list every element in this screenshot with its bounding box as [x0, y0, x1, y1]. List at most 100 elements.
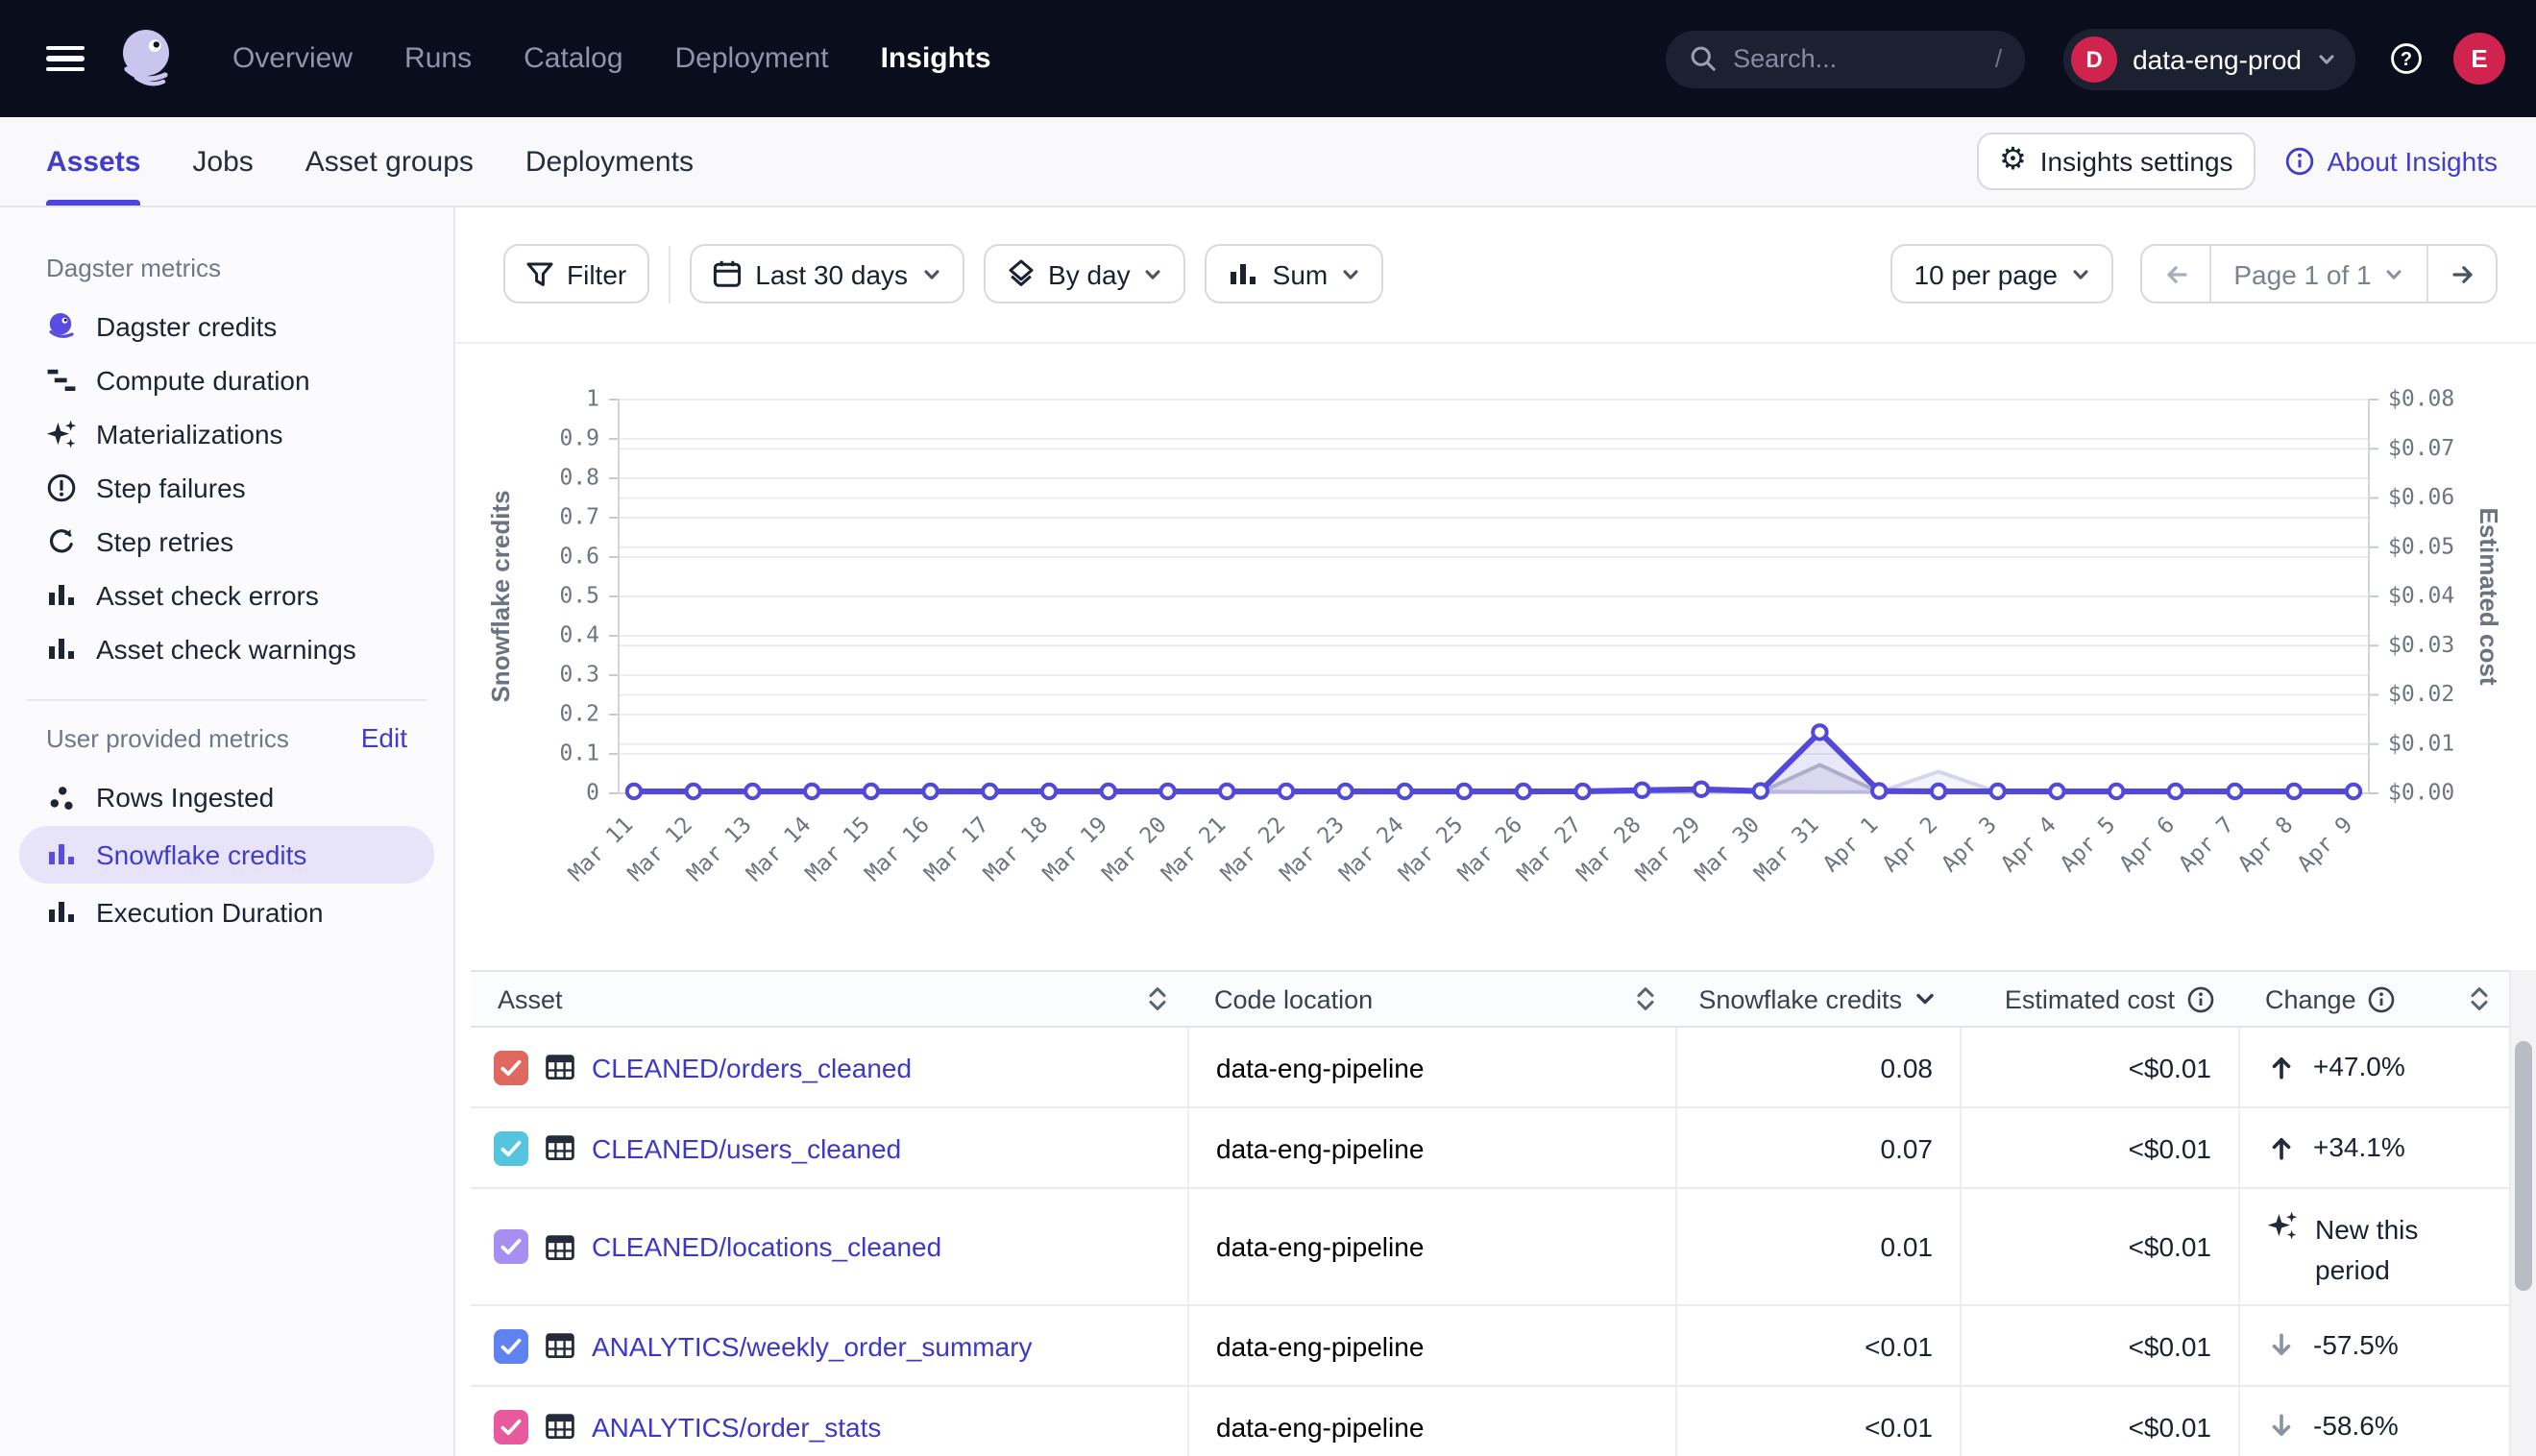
chevron-down-icon: [2071, 264, 2090, 283]
nav-link-deployment[interactable]: Deployment: [675, 42, 829, 75]
tab-deployments[interactable]: Deployments: [525, 117, 694, 206]
sidebar-item-snowflake-credits[interactable]: Snowflake credits: [19, 826, 434, 884]
sort-icon[interactable]: [2469, 983, 2490, 1014]
svg-text:Mar 20: Mar 20: [1098, 813, 1172, 886]
nav-link-runs[interactable]: Runs: [404, 42, 472, 75]
svg-text:0.2: 0.2: [559, 702, 599, 727]
tab-asset-groups[interactable]: Asset groups: [305, 117, 474, 206]
asset-checkbox[interactable]: [494, 1409, 528, 1444]
table-scrollbar-thumb[interactable]: [2514, 1041, 2531, 1291]
sidebar-item-compute-duration[interactable]: Compute duration: [0, 353, 453, 407]
sidebar-item-asset-check-warnings[interactable]: Asset check warnings: [0, 622, 453, 676]
asset-checkbox[interactable]: [494, 1229, 528, 1264]
org-switcher[interactable]: D data-eng-prod: [2063, 28, 2355, 89]
filter-button[interactable]: Filter: [503, 244, 649, 303]
arrow-down-icon: [2267, 1331, 2296, 1360]
info-icon[interactable]: [2186, 984, 2215, 1013]
asset-cell: ANALYTICS/order_stats: [471, 1387, 1187, 1456]
about-insights-link[interactable]: About Insights: [2285, 146, 2498, 177]
svg-text:0.8: 0.8: [559, 466, 599, 491]
bar-chart-icon: [46, 897, 77, 928]
sidebar-item-execution-duration[interactable]: Execution Duration: [0, 886, 453, 939]
nav-link-insights[interactable]: Insights: [881, 42, 991, 75]
granularity-dropdown[interactable]: By day: [983, 244, 1186, 303]
next-page-button[interactable]: [2428, 246, 2496, 302]
asset-checkbox[interactable]: [494, 1050, 528, 1084]
sort-icon[interactable]: [1635, 983, 1656, 1014]
assets-table-header: Asset Code location Snowflake creditsEst…: [471, 970, 2509, 1028]
column-header-code-location[interactable]: Code location: [1187, 972, 1675, 1026]
nav-link-catalog[interactable]: Catalog: [524, 42, 622, 75]
asset-link[interactable]: CLEANED/locations_cleaned: [592, 1231, 941, 1262]
date-range-dropdown[interactable]: Last 30 days: [690, 244, 963, 303]
svg-text:Apr 4: Apr 4: [1996, 813, 2060, 877]
svg-text:$0.04: $0.04: [2388, 584, 2454, 609]
sidebar-item-asset-check-errors[interactable]: Asset check errors: [0, 569, 453, 622]
column-header-label: Asset: [498, 984, 563, 1013]
dagster-logo-icon: [117, 26, 183, 91]
sidebar-item-rows-ingested[interactable]: Rows Ingested: [0, 770, 453, 824]
sidebar-item-label: Materializations: [96, 419, 283, 449]
svg-text:Estimated cost: Estimated cost: [2475, 508, 2503, 686]
bar-chart-icon: [46, 580, 77, 611]
sidebar-item-label: Rows Ingested: [96, 782, 274, 813]
svg-text:Apr 8: Apr 8: [2233, 813, 2298, 877]
per-page-dropdown[interactable]: 10 per page: [1891, 244, 2113, 303]
svg-text:Mar 13: Mar 13: [683, 813, 757, 886]
svg-text:$0.07: $0.07: [2388, 436, 2454, 461]
sidebar-item-label: Asset check errors: [96, 580, 319, 611]
tab-jobs[interactable]: Jobs: [192, 117, 253, 206]
calendar-icon: [713, 259, 742, 288]
table-asset-icon: [546, 1331, 574, 1360]
sidebar-item-step-failures[interactable]: Step failures: [0, 461, 453, 515]
asset-checkbox[interactable]: [494, 1130, 528, 1165]
table-row: ANALYTICS/order_statsdata-eng-pipeline<0…: [471, 1387, 2509, 1456]
asset-checkbox[interactable]: [494, 1328, 528, 1363]
tab-assets[interactable]: Assets: [46, 117, 140, 206]
table-row: CLEANED/users_cleaneddata-eng-pipeline0.…: [471, 1108, 2509, 1189]
hamburger-menu-icon[interactable]: [46, 45, 85, 72]
sidebar-item-step-retries[interactable]: Step retries: [0, 515, 453, 569]
snowflake-credits-cell: 0.07: [1675, 1108, 1960, 1187]
help-icon[interactable]: ?: [2388, 40, 2425, 77]
svg-text:0.9: 0.9: [559, 426, 599, 451]
info-icon[interactable]: [2368, 984, 2397, 1013]
line-chart-svg: 00.10.20.30.40.50.60.70.80.91$0.00$0.01$…: [471, 327, 2507, 903]
asset-link[interactable]: ANALYTICS/order_stats: [592, 1411, 881, 1442]
sort-descending-icon[interactable]: [1914, 987, 1937, 1010]
svg-text:$0.00: $0.00: [2388, 781, 2454, 806]
user-avatar[interactable]: E: [2453, 33, 2505, 85]
main-content: Filter Last 30 days By day: [455, 207, 2536, 1456]
code-location-cell: data-eng-pipeline: [1187, 1028, 1675, 1106]
nav-link-overview[interactable]: Overview: [232, 42, 353, 75]
search-input[interactable]: Search... /: [1666, 30, 2025, 87]
asset-link[interactable]: CLEANED/users_cleaned: [592, 1132, 901, 1163]
org-badge: D: [2071, 36, 2117, 82]
asset-link[interactable]: CLEANED/orders_cleaned: [592, 1052, 912, 1082]
edit-metrics-link[interactable]: Edit: [361, 722, 407, 753]
snowflake-credits-chart: 00.10.20.30.40.50.60.70.80.91$0.00$0.01$…: [471, 327, 2507, 912]
sort-icon[interactable]: [1147, 983, 1168, 1014]
previous-page-button[interactable]: [2142, 246, 2209, 302]
svg-text:Mar 21: Mar 21: [1157, 813, 1231, 886]
aggregation-dropdown[interactable]: Sum: [1206, 244, 1384, 303]
column-header-change[interactable]: Change: [2238, 972, 2509, 1026]
column-header-snowflake-credits[interactable]: Snowflake credits: [1675, 972, 1960, 1026]
sidebar-item-dagster-credits[interactable]: Dagster credits: [0, 300, 453, 353]
svg-text:1: 1: [586, 387, 599, 412]
page-indicator-dropdown[interactable]: Page 1 of 1: [2209, 246, 2428, 302]
insights-settings-button[interactable]: ⚙ Insights settings: [1976, 133, 2256, 190]
svg-text:Mar 19: Mar 19: [1038, 813, 1112, 886]
column-header-asset[interactable]: Asset: [471, 972, 1187, 1026]
asset-link[interactable]: ANALYTICS/weekly_order_summary: [592, 1330, 1033, 1361]
search-placeholder: Search...: [1733, 44, 1837, 73]
arrow-left-icon: [2160, 258, 2191, 289]
sidebar-item-materializations[interactable]: Materializations: [0, 407, 453, 461]
change-cell: +34.1%: [2238, 1108, 2509, 1187]
svg-text:$0.08: $0.08: [2388, 387, 2454, 412]
gantt-icon: [46, 365, 77, 396]
chevron-down-icon: [921, 264, 940, 283]
svg-text:Mar 28: Mar 28: [1573, 813, 1646, 886]
column-header-estimated-cost[interactable]: Estimated cost: [1960, 972, 2238, 1026]
change-cell: -57.5%: [2238, 1306, 2509, 1385]
